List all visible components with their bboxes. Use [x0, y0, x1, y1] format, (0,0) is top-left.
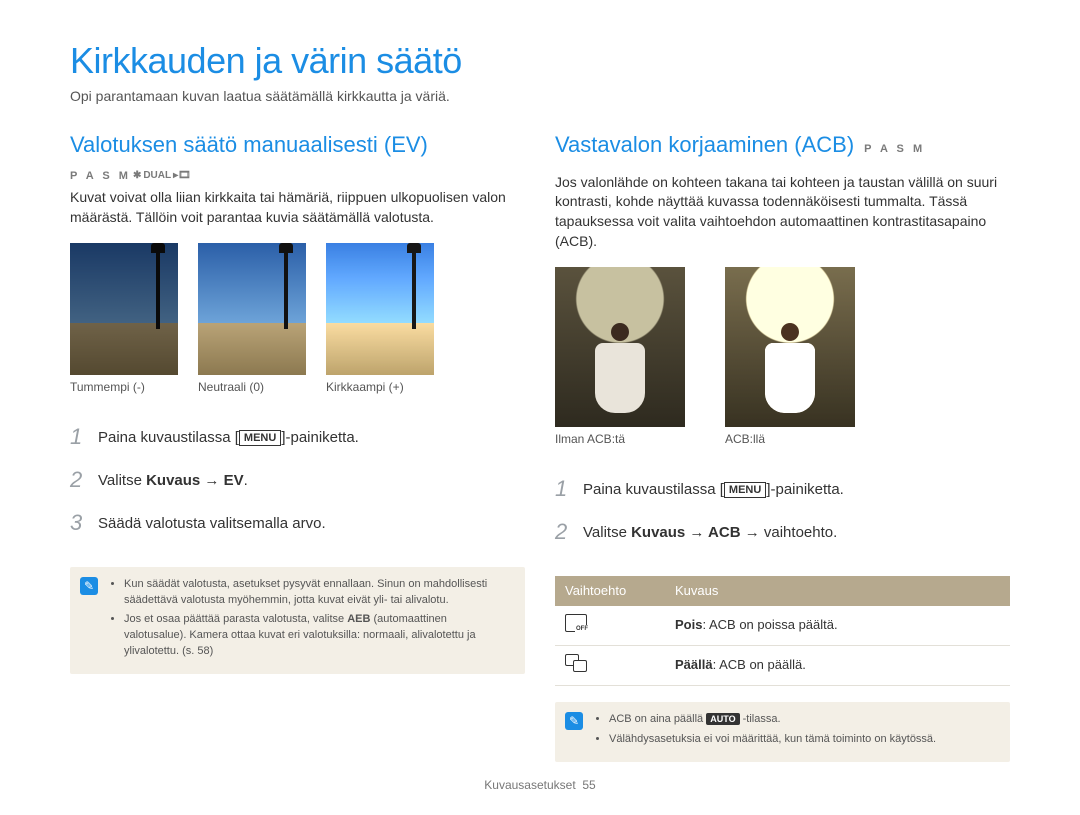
acb-thumb-on: ACB:llä — [725, 267, 855, 448]
ev-step2-pre: Valitse — [98, 472, 146, 489]
ev-thumb-dark: Tummempi (-) — [70, 243, 178, 396]
ev-step1-post: ]-painiketta. — [281, 429, 359, 446]
acb-thumbnail-row: Ilman ACB:tä ACB:llä — [555, 267, 1010, 448]
acb-note1-post: -tilassa. — [740, 713, 781, 725]
acb-note1-pre: ACB on aina päällä — [609, 713, 706, 725]
ev-step-2: 2 Valitse Kuvaus → EV. — [70, 465, 525, 496]
acb-step-2: 2 Valitse Kuvaus → ACB → vaihtoehto. — [555, 517, 1010, 548]
acb-on-icon — [565, 654, 587, 672]
table-header-option: Vaihtoehto — [555, 576, 665, 606]
option-on-desc: Päällä: ACB on päällä. — [665, 645, 1010, 685]
off-bold: Pois — [675, 617, 702, 632]
table-row: Päällä: ACB on päällä. — [555, 645, 1010, 685]
page-footer: Kuvausasetukset 55 — [70, 762, 1010, 792]
step-number: 1 — [70, 422, 88, 453]
ev-image-dark — [70, 243, 178, 375]
ev-modes-text: P A S M — [70, 169, 131, 184]
acb-image-off — [555, 267, 685, 427]
note-icon: ✎ — [565, 712, 583, 730]
ev-step-1: 1 Paina kuvaustilassa [MENU]-painiketta. — [70, 422, 525, 453]
dual-label: DUAL — [143, 169, 171, 183]
ev-note2-pre: Jos et osaa päättää parasta valotusta, v… — [124, 613, 347, 625]
acb-image-on — [725, 267, 855, 427]
menu-button-icon: MENU — [724, 482, 766, 498]
ev-step1-pre: Paina kuvaustilassa [ — [98, 429, 239, 446]
footer-section: Kuvausasetukset — [484, 778, 575, 792]
ev-note2-bold: AEB — [347, 613, 370, 625]
ev-step-3: 3 Säädä valotusta valitsemalla arvo. — [70, 508, 525, 539]
acb-label-on: ACB:llä — [725, 431, 855, 448]
ev-step3-text: Säädä valotusta valitsemalla arvo. — [98, 513, 326, 534]
ev-note-card: ✎ Kun säädät valotusta, asetukset pysyvä… — [70, 567, 525, 675]
page-intro: Opi parantamaan kuvan laatua säätämällä … — [70, 88, 1010, 104]
ev-thumb-neutral: Neutraali (0) — [198, 243, 306, 396]
acb-step2-pre: Valitse — [583, 524, 631, 541]
ev-section-heading: Valotuksen säätö manuaalisesti (EV) — [70, 130, 525, 161]
off-rest: : ACB on poissa päältä. — [702, 617, 837, 632]
ev-heading-text: Valotuksen säätö manuaalisesti (EV) — [70, 130, 428, 161]
option-on-cell — [555, 645, 665, 685]
on-rest: : ACB on päällä. — [713, 657, 806, 672]
ev-image-neutral — [198, 243, 306, 375]
ev-note-1: Kun säädät valotusta, asetukset pysyvät … — [124, 577, 511, 609]
acb-options-table: Vaihtoehto Kuvaus Pois: ACB on poissa pä… — [555, 576, 1010, 687]
acb-step1-post: ]-painiketta. — [766, 481, 844, 498]
left-column: Valotuksen säätö manuaalisesti (EV) P A … — [70, 130, 525, 762]
table-header-row: Vaihtoehto Kuvaus — [555, 576, 1010, 606]
ev-body-text: Kuvat voivat olla liian kirkkaita tai hä… — [70, 188, 525, 227]
acb-heading-text: Vastavalon korjaaminen (ACB) — [555, 130, 854, 161]
acb-note-2: Välähdysasetuksia ei voi määrittää, kun … — [609, 732, 996, 748]
page-title: Kirkkauden ja värin säätö — [70, 40, 1010, 82]
two-column-layout: Valotuksen säätö manuaalisesti (EV) P A … — [70, 130, 1010, 762]
acb-thumb-off: Ilman ACB:tä — [555, 267, 685, 448]
ev-step2-post: . — [244, 472, 248, 489]
table-header-desc: Kuvaus — [665, 576, 1010, 606]
acb-step2-bold: Kuvaus → ACB — [631, 524, 740, 541]
auto-mode-icon: AUTO — [706, 713, 739, 725]
ev-image-bright — [326, 243, 434, 375]
acb-section-heading: Vastavalon korjaaminen (ACB) P A S M — [555, 130, 1010, 161]
table-row: Pois: ACB on poissa päältä. — [555, 606, 1010, 646]
acb-steps: 1 Paina kuvaustilassa [MENU]-painiketta.… — [555, 474, 1010, 560]
acb-body-text: Jos valonlähde on kohteen takana tai koh… — [555, 173, 1010, 251]
dual-icon: ✱ — [133, 169, 141, 183]
ev-mode-badges: P A S M ✱ DUAL ▸🎞 — [70, 169, 525, 184]
acb-step1-pre: Paina kuvaustilassa [ — [583, 481, 724, 498]
acb-label-off: Ilman ACB:tä — [555, 431, 685, 448]
acb-mode-badges: P A S M — [864, 142, 925, 157]
acb-step-1: 1 Paina kuvaustilassa [MENU]-painiketta. — [555, 474, 1010, 505]
step-number: 2 — [555, 517, 573, 548]
acb-step2-post: → vaihtoehto. — [741, 524, 838, 541]
ev-label-bright: Kirkkaampi (+) — [326, 379, 434, 396]
option-off-desc: Pois: ACB on poissa päältä. — [665, 606, 1010, 646]
acb-off-icon — [565, 614, 587, 632]
ev-step2-bold: Kuvaus → EV — [146, 472, 244, 489]
step-number: 1 — [555, 474, 573, 505]
right-column: Vastavalon korjaaminen (ACB) P A S M Jos… — [555, 130, 1010, 762]
ev-thumb-bright: Kirkkaampi (+) — [326, 243, 434, 396]
acb-note-1: ACB on aina päällä AUTO -tilassa. — [609, 712, 996, 728]
footer-page-number: 55 — [582, 778, 595, 792]
note-icon: ✎ — [80, 577, 98, 595]
option-off-cell — [555, 606, 665, 646]
step-number: 3 — [70, 508, 88, 539]
ev-label-dark: Tummempi (-) — [70, 379, 178, 396]
movie-icon: ▸🎞 — [173, 169, 191, 183]
ev-steps: 1 Paina kuvaustilassa [MENU]-painiketta.… — [70, 422, 525, 550]
acb-note-card: ✎ ACB on aina päällä AUTO -tilassa. Välä… — [555, 702, 1010, 762]
ev-thumbnail-row: Tummempi (-) Neutraali (0) Kirkkaampi (+… — [70, 243, 525, 396]
ev-note-2: Jos et osaa päättää parasta valotusta, v… — [124, 612, 511, 660]
ev-label-neutral: Neutraali (0) — [198, 379, 306, 396]
step-number: 2 — [70, 465, 88, 496]
menu-button-icon: MENU — [239, 430, 281, 446]
on-bold: Päällä — [675, 657, 713, 672]
manual-page: Kirkkauden ja värin säätö Opi parantamaa… — [0, 0, 1080, 815]
